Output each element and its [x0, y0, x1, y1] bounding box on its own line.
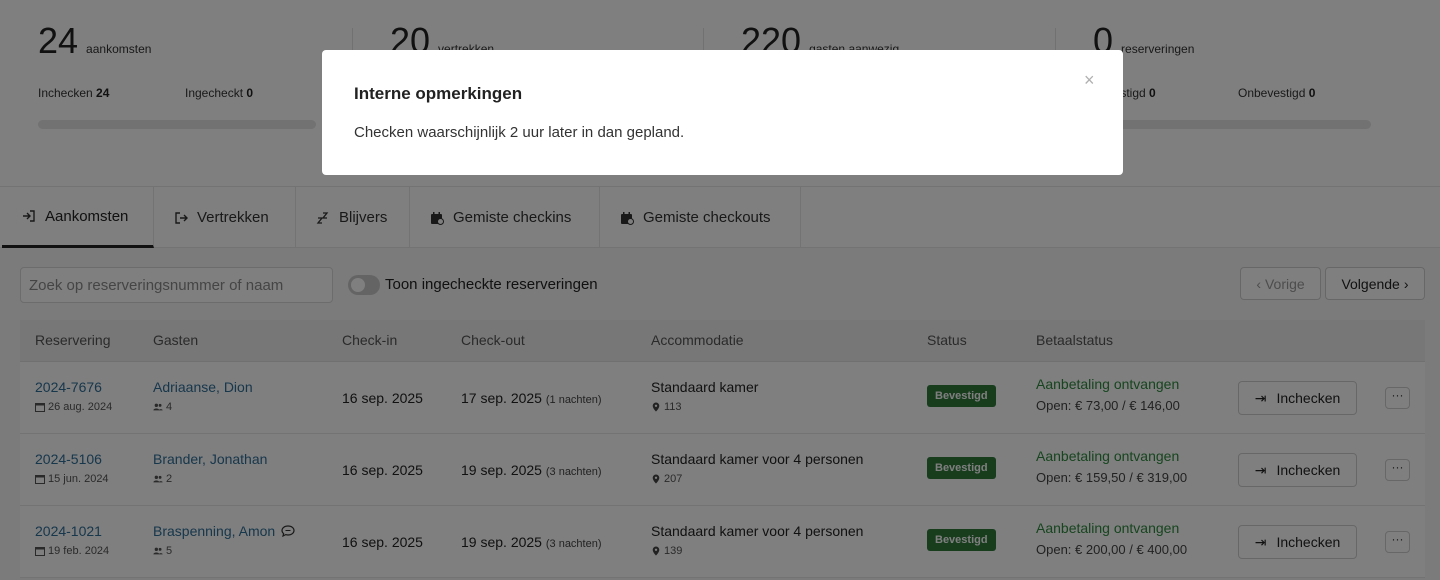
internal-notes-modal: Interne opmerkingen Checken waarschijnli… — [322, 50, 1123, 175]
modal-body: Checken waarschijnlijk 2 uur later in da… — [354, 124, 685, 141]
modal-title: Interne opmerkingen — [354, 84, 523, 103]
close-icon[interactable]: × — [1084, 70, 1095, 91]
